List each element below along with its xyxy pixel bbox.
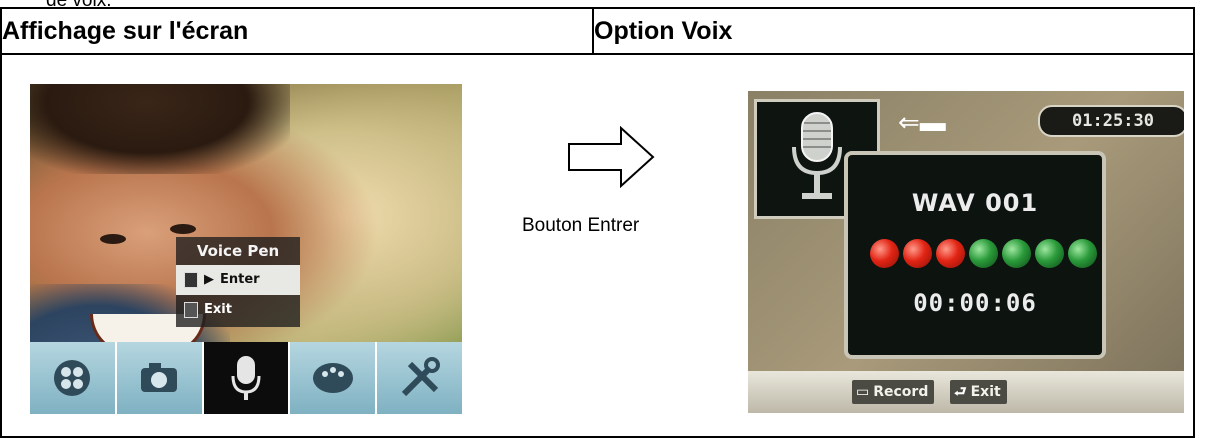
soft-key-bar: ▭ Record ⮐ Exit: [748, 371, 1184, 413]
photo-hair: [30, 84, 290, 174]
exit-label: Exit: [970, 384, 1001, 400]
level-led-green: [969, 239, 998, 268]
recorder-screen: WAV 001 00:00:06: [844, 151, 1106, 359]
level-led-green: [1035, 239, 1064, 268]
back-arrow-icon[interactable]: ⇐▬: [898, 109, 946, 135]
palette-icon[interactable]: [290, 342, 378, 414]
enter-button-label: Bouton Entrer: [522, 215, 640, 236]
level-meter: [870, 239, 1097, 268]
tools-icon[interactable]: [377, 342, 462, 414]
file-name: WAV 001: [911, 189, 1039, 217]
record-button[interactable]: ▭ Record: [852, 380, 935, 404]
camera-mode-icon[interactable]: [117, 342, 204, 414]
menu-item-label: Exit: [204, 302, 232, 317]
remaining-time: 01:25:30: [1038, 105, 1184, 137]
movie-mode-icon[interactable]: [30, 342, 117, 414]
mic-small-icon: [184, 272, 198, 288]
record-label: Record: [873, 384, 929, 400]
voice-option-screenshot: ⇐▬ 01:25:30 WAV 001 00:00:06 ▭ Record ⮐ …: [748, 91, 1184, 413]
selection-marker: ▶: [204, 272, 214, 287]
mode-icon-bar: [30, 342, 462, 414]
column-header-screen-display: Affichage sur l'écran: [0, 7, 594, 55]
photo-eye: [100, 234, 126, 244]
return-key-icon: ⮐: [954, 384, 967, 400]
exit-button[interactable]: ⮐ Exit: [950, 380, 1007, 404]
record-key-icon: ▭: [856, 384, 870, 400]
microphone-mode-icon[interactable]: [203, 342, 291, 414]
elapsed-time: 00:00:06: [913, 289, 1037, 317]
screen-display-screenshot: Voice Pen ▶ Enter Exit: [30, 84, 462, 414]
menu-title: Voice Pen: [196, 242, 280, 260]
level-led-red: [903, 239, 932, 268]
door-small-icon: [184, 302, 198, 318]
level-led-red: [870, 239, 899, 268]
level-led-red: [936, 239, 965, 268]
level-led-green: [1068, 239, 1097, 268]
voice-pen-menu: Voice Pen ▶ Enter Exit: [176, 237, 300, 327]
column-header-voice-option: Option Voix: [592, 7, 1195, 55]
level-led-green: [1002, 239, 1031, 268]
menu-item-exit[interactable]: Exit: [176, 295, 300, 325]
right-arrow-outline-icon: [568, 126, 655, 188]
photo-eye: [170, 224, 196, 234]
menu-item-label: Enter: [220, 272, 260, 287]
menu-item-enter[interactable]: ▶ Enter: [176, 265, 300, 295]
